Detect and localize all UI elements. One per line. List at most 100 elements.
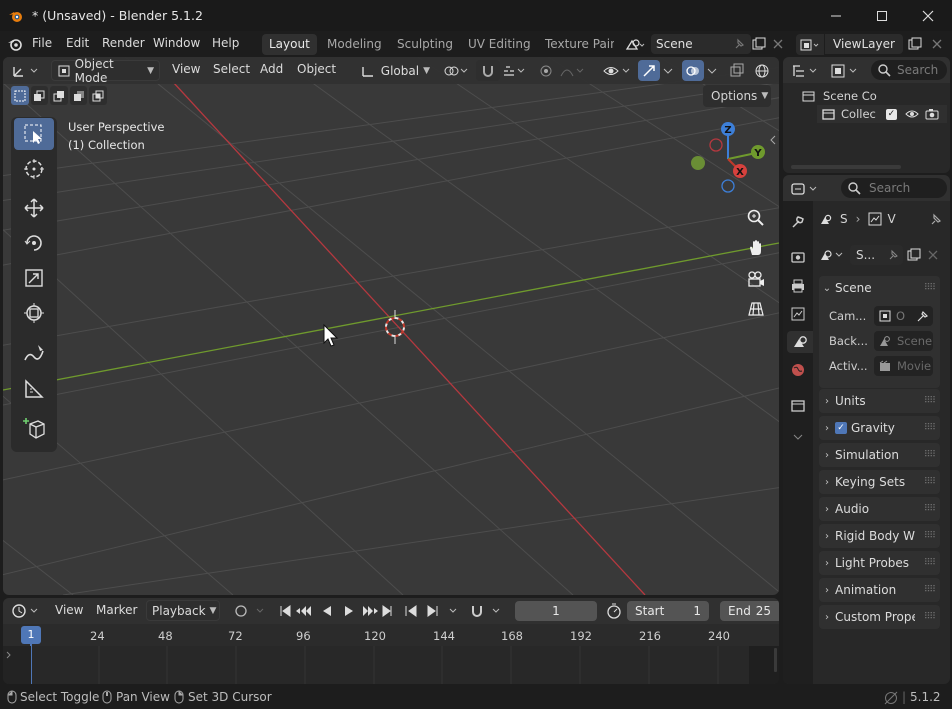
stopwatch-icon[interactable] (606, 603, 622, 619)
eyedropper-icon[interactable] (917, 310, 929, 322)
select-mode-subtract-button[interactable] (50, 86, 68, 105)
pin-icon[interactable] (888, 249, 900, 261)
panel-animation[interactable]: › Animation ⠿⠿ (819, 578, 940, 602)
select-mode-new-button[interactable] (11, 86, 29, 105)
properties-search-field[interactable]: Search (841, 178, 947, 198)
pivot-point-button[interactable] (443, 61, 473, 81)
tab-render[interactable] (787, 246, 809, 268)
drag-grip-icon[interactable]: ⠿⠿ (924, 504, 936, 514)
zoom-button[interactable] (743, 205, 769, 231)
timeline-snap-toggle[interactable] (469, 601, 509, 621)
scene-collection-row[interactable]: Scene Co (801, 87, 877, 105)
display-mode-button[interactable] (830, 61, 862, 81)
drag-grip-icon[interactable]: ⠿⠿ (924, 450, 936, 460)
editor-type-button[interactable] (11, 61, 47, 81)
tool-rotate[interactable] (14, 227, 54, 259)
timeline-menu-marker[interactable]: Marker (96, 603, 137, 617)
new-datablock-icon[interactable] (907, 248, 923, 262)
panel-simulation[interactable]: › Simulation ⠿⠿ (819, 443, 940, 467)
timeline-menu-view[interactable]: View (55, 603, 83, 617)
gravity-checkbox[interactable]: ✓ (835, 422, 847, 434)
tab-modeling[interactable]: Modeling (320, 34, 389, 55)
select-mode-extend-button[interactable] (30, 86, 49, 105)
select-mode-intersect-button[interactable] (89, 86, 107, 105)
view-layer-browse-button[interactable] (796, 34, 824, 55)
collection-exclude-checkbox[interactable]: ✓ (885, 108, 897, 120)
timeline-editor-type-button[interactable] (11, 601, 47, 621)
frame-end-field[interactable]: End 25 (720, 601, 779, 621)
properties-editor-type-button[interactable] (790, 179, 824, 199)
gizmo-toggle[interactable] (638, 60, 660, 81)
tab-sculpting[interactable]: Sculpting (390, 34, 460, 55)
drag-grip-icon[interactable]: ⠿⠿ (924, 612, 936, 622)
minimize-button[interactable] (813, 0, 859, 31)
navigation-gizmo[interactable]: Z Y X (683, 119, 779, 199)
camera-view-button[interactable] (743, 266, 769, 292)
frame-start-field[interactable]: Start 1 (627, 601, 709, 621)
panel-custom-properties[interactable]: › Custom Proper ⠿⠿ (819, 605, 940, 629)
tool-move[interactable] (14, 192, 54, 224)
tool-cursor[interactable] (14, 153, 54, 185)
keyframe-jump-controls[interactable] (404, 603, 464, 619)
transform-orientation-dropdown[interactable]: Global ▼ (355, 60, 435, 81)
pan-button[interactable] (743, 235, 769, 261)
viewport-menu-view[interactable]: View (172, 62, 200, 76)
object-mode-dropdown[interactable]: Object Mode ▼ (51, 57, 160, 85)
scene-datablock-browse[interactable] (819, 245, 849, 265)
tab-layout[interactable]: Layout (262, 34, 317, 55)
delete-datablock-icon[interactable] (928, 250, 938, 260)
visibility-dropdown[interactable] (603, 61, 635, 81)
new-view-layer-icon[interactable] (908, 37, 924, 51)
active-clip-field[interactable]: Movie (874, 356, 933, 376)
viewport-menu-select[interactable]: Select (213, 62, 250, 76)
background-scene-field[interactable]: Scene (874, 331, 933, 351)
scene-browse-button[interactable] (620, 34, 650, 55)
tool-scale[interactable] (14, 262, 54, 294)
panel-rigid-body-world[interactable]: › Rigid Body Wo ⠿⠿ (819, 524, 940, 548)
tab-uv-editing[interactable]: UV Editing (461, 34, 538, 55)
snap-target-button[interactable] (502, 61, 532, 81)
scene-name-field[interactable]: Scene (651, 34, 751, 54)
tool-annotate[interactable] (14, 338, 54, 370)
ortho-toggle-button[interactable] (743, 296, 769, 322)
blender-menu-icon[interactable] (6, 37, 24, 51)
3d-viewport[interactable]: Object Mode ▼ View Select Add Object Glo… (3, 57, 779, 595)
chevron-down-icon[interactable] (663, 66, 673, 76)
chevron-down-icon[interactable] (793, 432, 803, 442)
drag-grip-icon[interactable]: ⠿⠿ (924, 558, 936, 568)
timeline-grid[interactable] (3, 646, 779, 684)
menu-render[interactable]: Render (102, 36, 145, 50)
options-dropdown[interactable]: Options ▼ (703, 85, 771, 107)
eye-icon[interactable] (905, 108, 919, 120)
panel-light-probes[interactable]: › Light Probes ⠿⠿ (819, 551, 940, 575)
outliner-scrollbar[interactable] (791, 165, 901, 169)
select-mode-invert-button[interactable] (69, 86, 88, 105)
panel-gravity[interactable]: › ✓ Gravity ⠿⠿ (819, 416, 940, 440)
camera-field[interactable]: O (874, 306, 933, 326)
tab-scene[interactable] (787, 331, 813, 353)
proportional-falloff-button[interactable] (559, 61, 587, 81)
maximize-button[interactable] (859, 0, 905, 31)
playhead-indicator[interactable]: 1 (21, 626, 41, 644)
tool-select-box[interactable] (14, 118, 54, 150)
tool-measure[interactable] (14, 373, 54, 405)
new-scene-icon[interactable] (752, 37, 768, 51)
tool-add-cube[interactable] (14, 412, 54, 444)
tab-tool[interactable] (787, 211, 809, 233)
outliner-editor-type-button[interactable] (790, 61, 824, 81)
tab-output[interactable] (787, 275, 809, 297)
panel-audio[interactable]: › Audio ⠿⠿ (819, 497, 940, 521)
frame-ruler[interactable] (3, 624, 779, 646)
scene-panel-header[interactable]: ⌄ Scene ⠿⠿ (819, 276, 940, 300)
pin-icon[interactable] (732, 37, 746, 51)
panel-keying-sets[interactable]: › Keying Sets ⠿⠿ (819, 470, 940, 494)
shading-wireframe-button[interactable] (751, 61, 773, 81)
playback-controls[interactable] (279, 603, 399, 619)
current-frame-field[interactable]: 1 (515, 601, 597, 621)
panel-units[interactable]: › Units ⠿⠿ (819, 389, 940, 413)
viewport-menu-add[interactable]: Add (260, 62, 283, 76)
auto-keying-toggle[interactable] (233, 601, 273, 621)
proportional-edit-toggle[interactable] (536, 61, 556, 81)
menu-help[interactable]: Help (212, 36, 239, 50)
close-window-button[interactable] (905, 0, 951, 31)
